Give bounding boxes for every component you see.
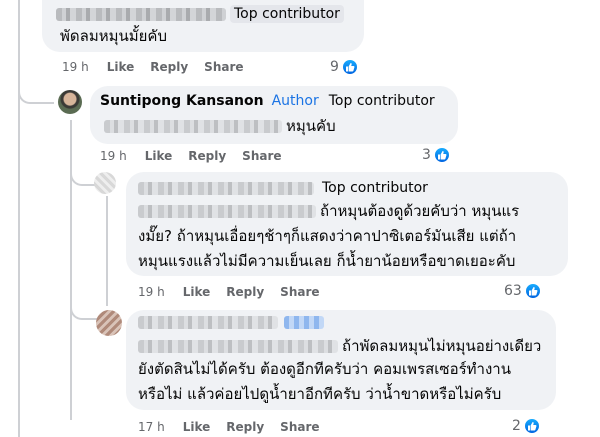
comment-actions: 19 h Like Reply Share <box>100 149 298 163</box>
reaction-summary[interactable]: 9 <box>330 58 359 76</box>
share-button[interactable]: Share <box>280 420 319 434</box>
author-name[interactable]: Suntipong Kansanon <box>100 93 264 109</box>
redacted-text <box>138 205 316 218</box>
reply-button[interactable]: Reply <box>226 420 264 434</box>
comment-text-line: ถ้าหมุนต้องดูด้วยคับว่า หมุนแร <box>320 202 520 220</box>
share-button[interactable]: Share <box>204 60 243 74</box>
comment-bubble: Top contributor ถ้าหมุนต้องดูด้วยคับว่า … <box>126 172 568 276</box>
like-button[interactable]: Like <box>145 149 173 163</box>
comment-header: Suntipong Kansanon Author Top contributo… <box>100 92 439 110</box>
comment-text-line: ยังตัดสินไม่ได้ครับ ต้องดูอีกทีครับว่า ค… <box>138 360 511 378</box>
like-button[interactable]: Like <box>183 285 211 299</box>
comment-text: หมุนคับ <box>104 114 336 139</box>
thread-line <box>106 196 108 306</box>
comment-actions: 17 h Like Reply Share <box>138 420 336 434</box>
comment-actions: 19 h Like Reply Share <box>138 285 336 299</box>
share-button[interactable]: Share <box>242 149 281 163</box>
like-reaction-icon <box>432 146 451 164</box>
like-reaction-icon <box>340 58 359 76</box>
like-reaction-icon <box>523 282 542 300</box>
reaction-summary[interactable]: 3 <box>422 146 451 164</box>
comment-text: ถ้าหมุนต้องดูด้วยคับว่า หมุนแร <box>138 199 519 224</box>
redacted-author-name[interactable] <box>138 181 314 195</box>
comment-header: Top contributor <box>56 5 344 23</box>
timestamp[interactable]: 19 h <box>138 285 165 299</box>
redacted-author-name[interactable] <box>56 7 226 21</box>
redacted-label <box>284 316 324 329</box>
comment-text: พัดลมหมุนมั้ยคับ <box>60 27 167 45</box>
thread-connector <box>70 290 100 320</box>
comment-header <box>138 316 324 329</box>
comment-text: ถ้าพัดลมหมุนไม่หมุนอย่างเดียว <box>138 334 541 359</box>
top-contributor-badge: Top contributor <box>328 93 435 109</box>
comment-text-line: ถ้าพัดลมหมุนไม่หมุนอย่างเดียว <box>342 337 542 355</box>
comment-bubble: ถ้าพัดลมหมุนไม่หมุนอย่างเดียว ยังตัดสินไ… <box>126 310 556 410</box>
comment-text-line: หมุนแรงแล้วไม่มีความเย็นเลย ก็น้ำยาน้อยห… <box>138 252 516 270</box>
like-button[interactable]: Like <box>183 420 211 434</box>
redacted-text <box>138 340 338 353</box>
reaction-count: 9 <box>330 59 339 75</box>
reply-button[interactable]: Reply <box>150 60 188 74</box>
reply-button[interactable]: Reply <box>188 149 226 163</box>
reaction-summary[interactable]: 63 <box>504 282 542 300</box>
commenter-avatar[interactable] <box>94 172 116 194</box>
reaction-count: 2 <box>512 418 521 434</box>
like-reaction-icon <box>522 417 541 435</box>
timestamp[interactable]: 19 h <box>62 60 89 74</box>
author-avatar[interactable] <box>58 90 82 114</box>
comment-actions: 19 h Like Reply Share <box>62 60 260 74</box>
timestamp[interactable]: 17 h <box>138 420 165 434</box>
like-button[interactable]: Like <box>107 60 135 74</box>
top-contributor-badge: Top contributor <box>230 5 344 23</box>
timestamp[interactable]: 19 h <box>100 149 127 163</box>
thread-connector <box>18 60 54 104</box>
reaction-count: 63 <box>504 283 522 299</box>
comment-bubble: Top contributor พัดลมหมุนมั้ยคับ <box>42 0 364 52</box>
share-button[interactable]: Share <box>280 285 319 299</box>
commenter-avatar[interactable] <box>96 310 122 336</box>
top-contributor-badge: Top contributor <box>322 180 428 196</box>
comment-text-suffix: หมุนคับ <box>286 117 336 135</box>
reply-button[interactable]: Reply <box>226 285 264 299</box>
author-label: Author <box>271 93 319 109</box>
comment-bubble: Suntipong Kansanon Author Top contributo… <box>90 86 458 144</box>
reaction-summary[interactable]: 2 <box>512 417 541 435</box>
comment-text-line: งมั๊ย? ถ้าหมุนเอื่อยๆช้าๆก็แสดงว่าคาปาซิ… <box>138 227 517 245</box>
redacted-text <box>104 120 282 133</box>
comment-header: Top contributor <box>138 179 432 197</box>
redacted-author-name[interactable] <box>138 316 278 329</box>
comment-text-line: หรือไม่ แล้วค่อยไปดูน้ำยาอีกทีครับ ว่าน้… <box>138 385 502 403</box>
reaction-count: 3 <box>422 147 431 163</box>
